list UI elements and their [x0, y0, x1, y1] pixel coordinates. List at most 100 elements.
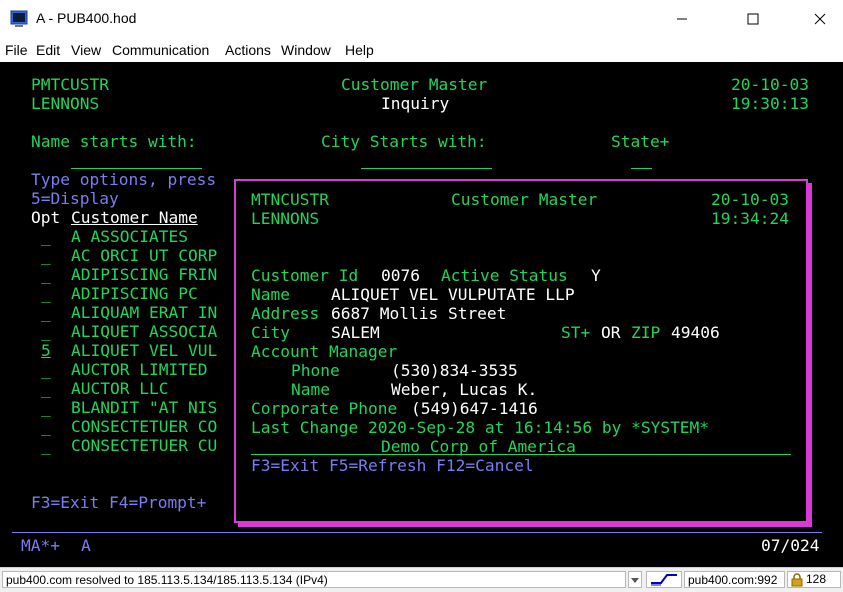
address-label: Address — [251, 304, 320, 323]
phone-value: (530)834-3535 — [391, 361, 518, 380]
name-label: Name — [251, 285, 290, 304]
row-customer-name: AUCTOR LLC — [71, 379, 169, 398]
row-opt-input[interactable]: _ — [41, 246, 51, 265]
options-instructions: Type options, press — [31, 170, 217, 189]
row-opt-input[interactable]: _ — [41, 284, 51, 303]
oia-status: MA*+ — [21, 536, 60, 555]
state-label: ST+ — [561, 323, 591, 342]
connection-indicator — [646, 571, 682, 588]
menu-edit[interactable]: Edit — [36, 42, 60, 58]
row-customer-name: AC ORCI UT CORP — [71, 246, 218, 265]
row-opt-input[interactable]: _ — [41, 398, 51, 417]
corporate-phone-value: (549)647-1416 — [411, 399, 538, 418]
user-name: LENNONS — [31, 94, 100, 113]
maximize-button[interactable] — [730, 0, 776, 38]
active-status-value: Y — [591, 266, 601, 285]
name-filter-label: Name starts with: — [31, 132, 197, 151]
menu-communication[interactable]: Communication — [112, 42, 209, 58]
screen-time: 19:30:13 — [731, 94, 809, 113]
row-opt-input[interactable]: _ — [41, 265, 51, 284]
terminal-screen[interactable]: PMTCUSTR LENNONS Customer Master Inquiry… — [0, 62, 843, 567]
screen-title: Customer Master — [341, 75, 488, 94]
minimize-button[interactable] — [659, 0, 705, 38]
window-title: A - PUB400.hod — [36, 10, 137, 26]
oia-session: A — [81, 536, 91, 555]
options-display: 5=Display — [31, 189, 119, 208]
row-customer-name: BLANDIT "AT NIS — [71, 398, 218, 417]
popup-time: 19:34:24 — [711, 209, 789, 228]
corporate-phone-label: Corporate Phone — [251, 399, 398, 418]
row-opt-input[interactable]: _ — [41, 227, 51, 246]
row-customer-name: ADIPISCING FRIN — [71, 265, 218, 284]
close-icon — [814, 13, 826, 25]
row-customer-name: ALIQUET ASSOCIA — [71, 322, 218, 341]
row-opt-input[interactable]: _ — [41, 303, 51, 322]
popup-separator — [251, 454, 791, 455]
cipher-strength: 128 — [806, 572, 827, 586]
popup-title: Customer Master — [451, 190, 598, 209]
name-value: ALIQUET VEL VULPUTATE LLP — [331, 285, 575, 304]
lock-icon — [791, 572, 803, 586]
row-opt-input[interactable]: _ — [41, 379, 51, 398]
zip-value: 49406 — [671, 323, 720, 342]
manager-name-value: Weber, Lucas K. — [391, 380, 538, 399]
row-opt-input[interactable]: _ — [41, 436, 51, 455]
menu-bar: File Edit View Communication Actions Win… — [0, 38, 843, 63]
row-opt-input[interactable]: _ — [41, 360, 51, 379]
state-filter-input[interactable] — [631, 168, 652, 169]
title-bar: A - PUB400.hod — [0, 0, 843, 38]
customer-id-label: Customer Id — [251, 266, 359, 285]
popup-function-keys: F3=Exit F5=Refresh F12=Cancel — [251, 456, 534, 475]
last-change-info: Last Change 2020-Sep-28 at 16:14:56 by *… — [251, 418, 710, 437]
menu-file[interactable]: File — [5, 42, 28, 58]
screen-date: 20-10-03 — [731, 75, 809, 94]
menu-view[interactable]: View — [71, 42, 101, 58]
status-scroll[interactable] — [628, 571, 642, 588]
row-customer-name: CONSECTETUER CO — [71, 417, 218, 436]
terminal-app-icon — [10, 10, 28, 27]
popup-user-name: LENNONS — [251, 209, 320, 228]
status-message: pub400.com resolved to 185.113.5.134/185… — [2, 571, 626, 588]
name-column-header: Customer Name — [71, 208, 198, 227]
function-keys: F3=Exit F4=Prompt+ — [31, 493, 207, 512]
row-customer-name: ALIQUET VEL VUL — [71, 341, 218, 360]
city-filter-input[interactable] — [361, 168, 492, 169]
active-status-label: Active Status — [441, 266, 568, 285]
security-indicator: 128 — [787, 571, 841, 588]
popup-program-name: MTNCUSTR — [251, 190, 329, 209]
popup-date: 20-10-03 — [711, 190, 789, 209]
row-customer-name: ALIQUAM ERAT IN — [71, 303, 218, 322]
opt-column-header: Opt — [31, 208, 61, 227]
cursor-position: 07/024 — [761, 536, 820, 555]
row-opt-input[interactable]: _ — [41, 322, 51, 341]
city-label: City — [251, 323, 290, 342]
row-customer-name: ADIPISCING PC — [71, 284, 198, 303]
customer-detail-popup: MTNCUSTR LENNONS Customer Master 20-10-0… — [234, 179, 808, 523]
account-manager-label: Account Manager — [251, 342, 398, 361]
program-name: PMTCUSTR — [31, 75, 109, 94]
or-label: OR — [601, 323, 621, 342]
row-opt-input[interactable]: 5 — [41, 341, 51, 360]
zip-label: ZIP — [631, 323, 661, 342]
menu-window[interactable]: Window — [281, 42, 331, 58]
phone-label: Phone — [291, 361, 340, 380]
manager-name-label: Name — [291, 380, 330, 399]
row-opt-input[interactable]: _ — [41, 417, 51, 436]
oia-separator — [12, 532, 822, 533]
customer-id-value: 0076 — [381, 266, 420, 285]
name-filter-input[interactable] — [71, 168, 202, 169]
row-customer-name: A ASSOCIATES — [71, 227, 188, 246]
close-button[interactable] — [797, 0, 843, 38]
screen-subtitle: Inquiry — [381, 94, 450, 113]
city-value: SALEM — [331, 323, 380, 342]
connection-icon — [651, 574, 677, 586]
address-value: 6687 Mollis Street — [331, 304, 507, 323]
city-filter-label: City Starts with: — [321, 132, 487, 151]
row-customer-name: AUCTOR LIMITED — [71, 360, 208, 379]
scroll-down-icon — [631, 578, 639, 583]
minimize-icon — [677, 18, 687, 20]
row-customer-name: CONSECTETUER CU — [71, 436, 218, 455]
status-bar: pub400.com resolved to 185.113.5.134/185… — [0, 567, 843, 592]
menu-actions[interactable]: Actions — [225, 42, 271, 58]
menu-help[interactable]: Help — [345, 42, 374, 58]
